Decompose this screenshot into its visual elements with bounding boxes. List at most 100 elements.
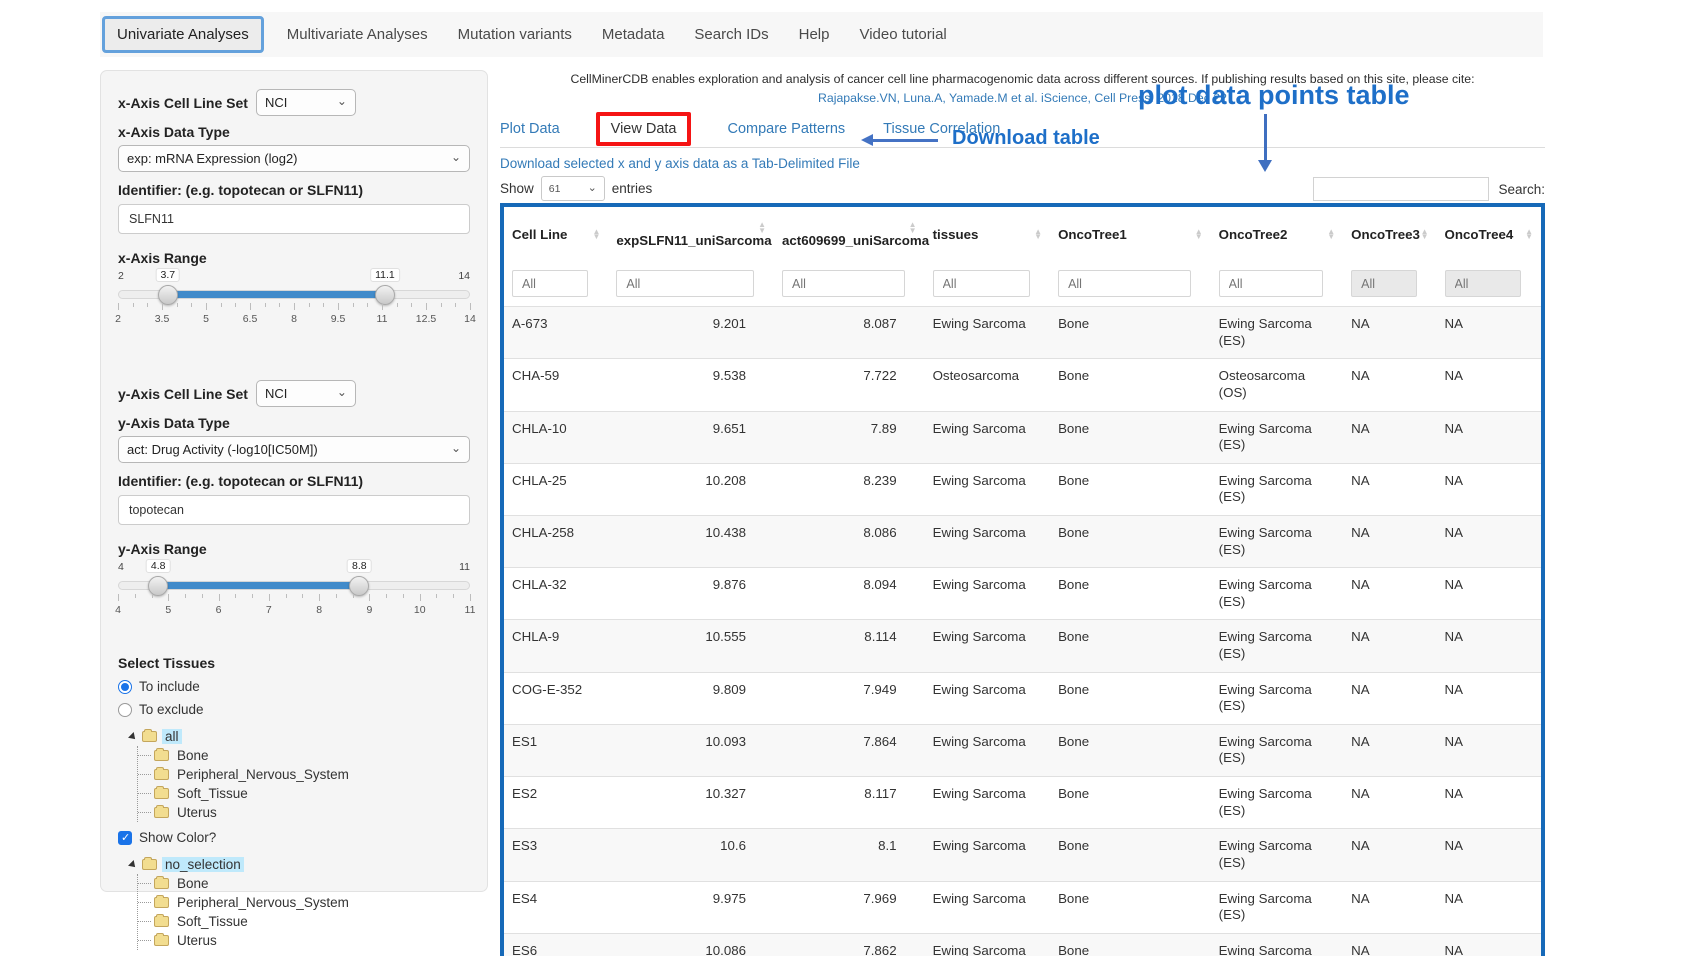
entries-value: 61 xyxy=(549,183,561,195)
column-filter-input-tissues[interactable] xyxy=(933,270,1030,297)
table-cell: Bone xyxy=(1050,359,1211,411)
table-cell: CHLA-258 xyxy=(504,515,608,567)
slider-tick-label: 9 xyxy=(367,604,373,616)
x-identifier-input[interactable] xyxy=(118,204,470,234)
slider-max-label: 14 xyxy=(458,270,470,282)
table-cell: NA xyxy=(1343,724,1436,776)
slider-handle-low[interactable] xyxy=(158,285,178,305)
chevron-down-icon xyxy=(451,442,461,457)
y-cell-line-set-value: NCI xyxy=(265,386,287,401)
table-cell: Ewing Sarcoma xyxy=(925,933,1050,956)
table-cell: NA xyxy=(1343,359,1436,411)
table-row: ES310.68.1Ewing SarcomaBoneEwing Sarcoma… xyxy=(504,829,1541,881)
tissue-tree-color: no_selection Bone Peripheral_Nervous_Syste… xyxy=(130,855,470,950)
entries-select[interactable]: 61 xyxy=(541,176,605,201)
subtab-plot-data[interactable]: Plot Data xyxy=(500,121,560,137)
column-header-oncotree1[interactable]: OncoTree1 xyxy=(1050,207,1211,257)
column-header-cell-line[interactable]: Cell Line xyxy=(504,207,608,257)
table-cell: Ewing Sarcoma (ES) xyxy=(1211,515,1344,567)
slider-selected-range xyxy=(169,291,385,298)
sort-icon[interactable] xyxy=(1327,229,1335,240)
tab-metadata[interactable]: Metadata xyxy=(587,16,680,53)
subtab-compare-patterns[interactable]: Compare Patterns xyxy=(727,121,845,137)
column-header-expslfn11-unisarcoma[interactable]: expSLFN11_uniSarcoma xyxy=(608,207,774,257)
search-input[interactable] xyxy=(1313,177,1489,201)
tree-node-label-uterus[interactable]: Uterus xyxy=(174,805,220,820)
table-cell: 7.722 xyxy=(774,359,925,411)
sort-icon[interactable] xyxy=(758,222,766,233)
sort-icon[interactable] xyxy=(909,222,917,233)
table-cell: Ewing Sarcoma (ES) xyxy=(1211,620,1344,672)
column-header-oncotree4[interactable]: OncoTree4 xyxy=(1437,207,1541,257)
tab-univariate-analyses[interactable]: Univariate Analyses xyxy=(102,16,264,53)
tree-node-label-bone[interactable]: Bone xyxy=(174,876,212,891)
tree-expand-icon[interactable] xyxy=(128,860,138,870)
tree-node-label-no-selection[interactable]: no_selection xyxy=(162,857,244,872)
y-range-label: y-Axis Range xyxy=(118,541,470,557)
subtab-view-data[interactable]: View Data xyxy=(596,112,692,146)
y-data-type-select[interactable]: act: Drug Activity (-log10[IC50M]) xyxy=(118,436,470,463)
tree-node-label-peripheral-nervous-system[interactable]: Peripheral_Nervous_System xyxy=(174,767,352,782)
table-cell: 10.093 xyxy=(608,724,774,776)
column-header-label: act609699_uniSarcoma xyxy=(782,233,929,248)
column-header-tissues[interactable]: tissues xyxy=(925,207,1050,257)
column-filter-input-expslfn11-unisarcoma[interactable] xyxy=(616,270,754,297)
show-color-checkbox[interactable] xyxy=(118,831,132,845)
slider-tick-label: 11 xyxy=(377,313,388,325)
tree-connector xyxy=(138,883,151,884)
tree-connector xyxy=(138,940,151,941)
tree-node-label-peripheral-nervous-system[interactable]: Peripheral_Nervous_System xyxy=(174,895,352,910)
y-identifier-label: Identifier: (e.g. topotecan or SLFN11) xyxy=(118,473,470,489)
x-data-type-select[interactable]: exp: mRNA Expression (log2) xyxy=(118,145,470,172)
sort-icon[interactable] xyxy=(1034,229,1042,240)
table-cell: ES3 xyxy=(504,829,608,881)
tree-node-label-all[interactable]: all xyxy=(162,729,182,744)
slider-handle-high[interactable] xyxy=(375,285,395,305)
sort-icon[interactable] xyxy=(1421,229,1429,240)
y-range-slider[interactable]: 4114.88.84567891011 xyxy=(118,561,470,625)
table-cell: 10.086 xyxy=(608,933,774,956)
sort-icon[interactable] xyxy=(1195,229,1203,240)
table-cell: A-673 xyxy=(504,307,608,359)
sort-icon[interactable] xyxy=(592,229,600,240)
column-filter-input-oncotree2[interactable] xyxy=(1219,270,1324,297)
table-cell: NA xyxy=(1437,515,1541,567)
tab-video-tutorial[interactable]: Video tutorial xyxy=(844,16,961,53)
tree-node-label-soft-tissue[interactable]: Soft_Tissue xyxy=(174,786,251,801)
tab-multivariate-analyses[interactable]: Multivariate Analyses xyxy=(272,16,443,53)
x-range-slider[interactable]: 2143.711.123.556.589.51112.514 xyxy=(118,270,470,334)
tree-expand-icon[interactable] xyxy=(128,732,138,742)
slider-handle-high[interactable] xyxy=(349,576,369,596)
table-cell: 7.864 xyxy=(774,724,925,776)
column-header-label: expSLFN11_uniSarcoma xyxy=(616,233,771,248)
column-filter-input-act609699-unisarcoma[interactable] xyxy=(782,270,905,297)
column-header-oncotree3[interactable]: OncoTree3 xyxy=(1343,207,1436,257)
table-cell: Ewing Sarcoma xyxy=(925,463,1050,515)
tree-node-label-uterus[interactable]: Uterus xyxy=(174,933,220,948)
slider-tick-label: 5 xyxy=(203,313,209,325)
tree-node-label-bone[interactable]: Bone xyxy=(174,748,212,763)
column-header-act609699-unisarcoma[interactable]: act609699_uniSarcoma xyxy=(774,207,925,257)
tab-help[interactable]: Help xyxy=(784,16,845,53)
slider-track[interactable] xyxy=(118,581,470,590)
y-cell-line-set-select[interactable]: NCI xyxy=(256,380,356,407)
table-cell: NA xyxy=(1343,672,1436,724)
y-identifier-input[interactable] xyxy=(118,495,470,525)
tab-search-ids[interactable]: Search IDs xyxy=(679,16,783,53)
slider-handle-low[interactable] xyxy=(148,576,168,596)
table-cell: 7.969 xyxy=(774,881,925,933)
table-cell: 8.114 xyxy=(774,620,925,672)
table-cell: Bone xyxy=(1050,881,1211,933)
column-filter-input-oncotree1[interactable] xyxy=(1058,270,1191,297)
exclude-radio[interactable] xyxy=(118,703,132,717)
include-radio[interactable] xyxy=(118,680,132,694)
sort-icon[interactable] xyxy=(1525,229,1533,240)
tab-mutation-variants[interactable]: Mutation variants xyxy=(443,16,587,53)
column-header-oncotree2[interactable]: OncoTree2 xyxy=(1211,207,1344,257)
column-filter-input-cell-line[interactable] xyxy=(512,270,588,297)
tree-node-label-soft-tissue[interactable]: Soft_Tissue xyxy=(174,914,251,929)
table-cell: Ewing Sarcoma (ES) xyxy=(1211,672,1344,724)
column-filter-cell xyxy=(925,257,1050,307)
x-cell-line-set-select[interactable]: NCI xyxy=(256,89,356,116)
download-link[interactable]: Download selected x and y axis data as a… xyxy=(500,156,860,171)
